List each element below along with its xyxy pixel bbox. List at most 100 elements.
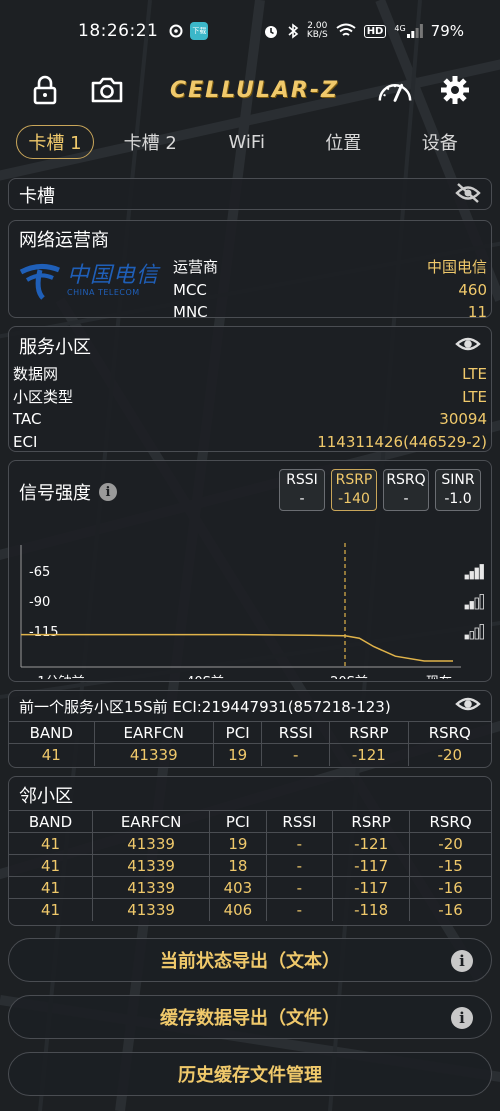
- operator-rows: 运营商 中国电信 MCC 460 MNC 11: [169, 256, 491, 324]
- eci-value: 114311426(446529-2): [317, 432, 487, 451]
- column-header: EARFCN: [92, 810, 211, 833]
- status-bar: 18:26:21 下载 2.00 KB/S HD 4G 79%: [0, 0, 500, 62]
- info-icon[interactable]: i: [451, 950, 473, 972]
- column-header: RSRQ: [408, 721, 491, 744]
- table-cell: 41339: [92, 876, 211, 899]
- prev-cell-table-body: 41 41339 19- -121 -20: [9, 743, 491, 766]
- table-cell: -118: [332, 898, 411, 921]
- signal-title: 信号强度: [19, 483, 91, 504]
- prev-cell-header: 前一个服务小区15S前 ECI:219447931(857218-123): [9, 691, 491, 721]
- logo-en-text: CHINA TELECOM: [67, 287, 140, 297]
- slot-card-header: 卡槽: [9, 179, 491, 212]
- column-header: RSSI: [261, 721, 331, 744]
- table-cell: 41339: [92, 832, 211, 855]
- table-cell: 41: [9, 898, 93, 921]
- battery-level: 79%: [430, 22, 464, 40]
- column-header: EARFCN: [94, 721, 214, 744]
- signal-title-wrap: 信号强度 i: [19, 473, 117, 511]
- history-files-label: 历史缓存文件管理: [178, 1065, 322, 1086]
- neighbor-table-body: 41 41339 19- -121 -20 41 41339 18- -117 -15 41 4133…: [9, 832, 491, 921]
- metric-sinr-name: SINR: [441, 472, 475, 488]
- metric-rsrq-value: -: [403, 491, 409, 507]
- mnc-value: 11: [467, 303, 487, 321]
- column-header: BAND: [9, 810, 93, 833]
- gear-icon[interactable]: [436, 71, 474, 109]
- table-row: 41 41339 19- -121 -20: [9, 832, 491, 855]
- lock-icon[interactable]: [26, 71, 64, 109]
- speedometer-icon[interactable]: [376, 71, 414, 109]
- metric-rsrq-name: RSRQ: [386, 472, 426, 488]
- table-cell: 41339: [92, 854, 211, 877]
- table-row: 41 41339 403- -117 -16: [9, 876, 491, 899]
- metric-rsrp[interactable]: RSRP -140: [331, 469, 377, 511]
- table-cell: -20: [408, 743, 491, 766]
- app-bar: CELLULAR-Z: [0, 62, 500, 118]
- bluetooth-icon: [288, 23, 299, 39]
- tab-slot-2[interactable]: 卡槽 2: [102, 125, 199, 159]
- eci-label: ECI: [13, 432, 38, 451]
- tab-location[interactable]: 位置: [295, 125, 392, 159]
- table-cell: -16: [409, 876, 491, 899]
- eye-icon[interactable]: [455, 335, 481, 358]
- table-cell: -121: [332, 832, 411, 855]
- tab-device[interactable]: 设备: [392, 125, 489, 159]
- column-header: RSRP: [332, 810, 411, 833]
- table-cell: 19: [213, 743, 263, 766]
- cell-signal-icon: 4G: [394, 24, 423, 38]
- table-cell: -: [266, 876, 334, 899]
- metric-rsrp-name: RSRP: [335, 472, 373, 488]
- table-cell: 41: [9, 876, 93, 899]
- table-row: 41 41339 18- -117 -15: [9, 854, 491, 877]
- neighbor-card: 邻小区 BAND EARFCN PCI RSSI RSRP RSRQ 41 41339 19-…: [8, 776, 492, 926]
- metric-rssi[interactable]: RSSI -: [279, 469, 325, 511]
- app-screen: 18:26:21 下载 2.00 KB/S HD 4G 79% CELLULAR-…: [0, 0, 500, 1096]
- signal-level-bar: [479, 594, 484, 610]
- network-type: 4G: [394, 24, 406, 33]
- export-file-label: 缓存数据导出（文件）: [160, 1008, 340, 1029]
- eye-icon[interactable]: [455, 695, 481, 717]
- export-text-button[interactable]: 当前状态导出（文本） i: [8, 938, 492, 982]
- x-tick-label: 1分钟前: [37, 674, 84, 679]
- table-cell: 41: [9, 854, 93, 877]
- metric-rsrq[interactable]: RSRQ -: [383, 469, 429, 511]
- signal-level-bar: [469, 601, 474, 610]
- table-cell: 403: [209, 876, 267, 899]
- mnc-label: MNC: [173, 303, 208, 321]
- signal-metric-boxes: RSSI - RSRP -140 RSRQ - SINR -1.0: [279, 469, 481, 511]
- signal-chart: -65 -90 -115 1分钟前 40S前 20S前 现在: [20, 543, 484, 679]
- tab-slot-1[interactable]: 卡槽 1: [16, 125, 94, 159]
- x-tick-label: 20S前: [330, 674, 368, 679]
- hd-badge: HD: [363, 24, 387, 38]
- table-cell: 19: [209, 832, 267, 855]
- wifi-icon: [336, 23, 356, 36]
- tac-value: 30094: [439, 410, 487, 428]
- table-cell: -: [266, 854, 334, 877]
- serving-row-eci: ECI 114311426(446529-2): [9, 431, 491, 454]
- history-files-button[interactable]: 历史缓存文件管理: [8, 1052, 492, 1096]
- prev-cell-table: BAND EARFCN PCI RSSI RSRP RSRQ 41 41339 19- -121…: [9, 721, 491, 766]
- column-header: RSRP: [329, 721, 409, 744]
- info-icon[interactable]: i: [99, 483, 117, 501]
- cell-type-value: LTE: [462, 387, 487, 406]
- cell-type-label: 小区类型: [13, 387, 74, 406]
- signal-level-icon: [464, 594, 484, 610]
- logo-cn-text: 中国电信: [67, 262, 160, 288]
- info-icon[interactable]: i: [451, 1007, 473, 1029]
- metric-rssi-value: -: [299, 491, 305, 507]
- metric-rssi-name: RSSI: [286, 472, 318, 488]
- signal-level-icon: [464, 564, 484, 580]
- export-file-button[interactable]: 缓存数据导出（文件） i: [8, 995, 492, 1039]
- metric-sinr[interactable]: SINR -1.0: [435, 469, 481, 511]
- table-cell: -117: [332, 854, 411, 877]
- app-logo: CELLULAR-Z: [170, 77, 339, 103]
- table-row: 41 41339 406- -118 -16: [9, 898, 491, 921]
- eye-off-icon[interactable]: [455, 182, 481, 208]
- table-cell: 406: [209, 898, 267, 921]
- camera-icon[interactable]: [88, 71, 126, 109]
- status-time: 18:26:21: [78, 21, 159, 41]
- y-tick-label: -90: [29, 595, 50, 610]
- export-text-label: 当前状态导出（文本）: [160, 951, 340, 972]
- tab-wifi[interactable]: WiFi: [199, 128, 296, 157]
- serving-cell-header: 服务小区: [9, 327, 491, 363]
- table-cell: -16: [409, 898, 491, 921]
